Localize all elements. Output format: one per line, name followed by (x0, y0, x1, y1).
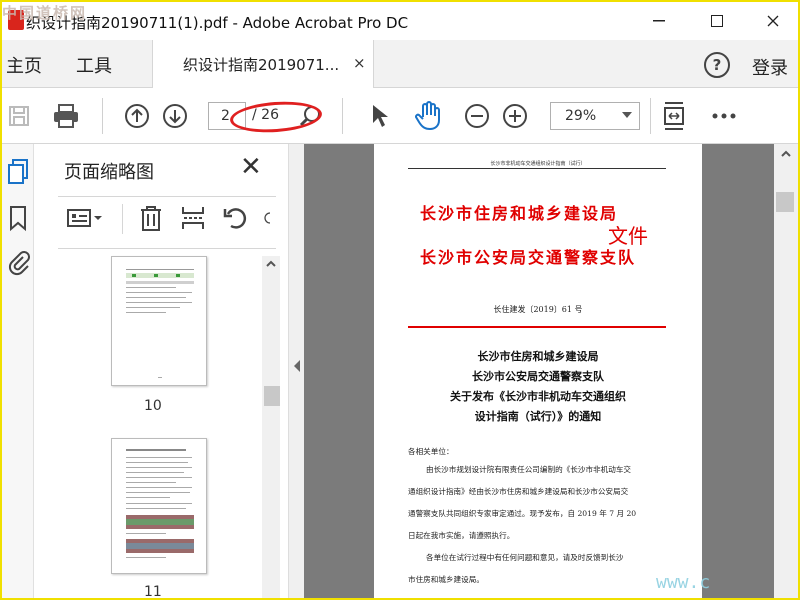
page-thumbnail[interactable] (111, 256, 207, 386)
maximize-button[interactable] (694, 6, 740, 36)
rotate-clockwise-button[interactable] (264, 202, 276, 234)
insert-page-icon (182, 207, 204, 229)
document-type-label: 文件 (608, 224, 648, 248)
acrobat-window: 织设计指南20190711(1).pdf - Adobe Acrobat Pro… (2, 2, 798, 598)
rotate-page-button[interactable] (222, 202, 250, 234)
more-tools-button[interactable] (708, 100, 740, 132)
body-line: 各相关单位： (408, 447, 454, 456)
thumbnail-page-number: 11 (144, 584, 162, 598)
hand-tool-button[interactable] (412, 100, 446, 132)
body-line: 通警察支队共同组织专家审定通过。现予发布，自 2019 年 7 月 20 (408, 509, 637, 518)
thumbnail-page-content (126, 269, 194, 378)
document-tab-label: 织设计指南2019071... (183, 56, 340, 74)
notice-title-line: 关于发布《长沙市非机动车交通组织 (450, 390, 626, 403)
running-header: 长沙市非机动车交通组织设计指南（试行） (490, 161, 586, 167)
site-logo-watermark: 中国道桥网 (2, 4, 88, 22)
body-line: 由长沙市规划设计院有限责任公司编制的《长沙市非机动车交 (426, 465, 632, 474)
options-list-icon (67, 209, 102, 227)
pdf-page: 长沙市非机动车交通组织设计指南（试行） 长沙市住房和城乡建设局 长沙市公安局交通… (374, 144, 702, 598)
page-thumbnail[interactable] (111, 438, 207, 574)
hand-icon (415, 101, 440, 131)
page-thumbnails-panel: 页面缩略图 ✕ 10 11 (34, 144, 288, 598)
select-tool-button[interactable] (366, 100, 394, 132)
thumbnail-page-content (126, 449, 194, 558)
thumbnail-options-button[interactable] (66, 202, 104, 234)
minimize-icon (653, 20, 665, 22)
document-tab[interactable]: 织设计指南2019071... × (152, 40, 374, 88)
help-icon[interactable]: ? (704, 52, 730, 78)
menu-tools[interactable]: 工具 (76, 52, 112, 78)
chevron-left-icon (294, 360, 300, 372)
thumbnail-scroll-thumb[interactable] (264, 386, 280, 406)
save-button[interactable] (6, 100, 32, 132)
minus-circle-icon (465, 104, 489, 128)
main-toolbar: 2 / 26 29% (2, 88, 798, 144)
panel-close-button[interactable]: ✕ (240, 152, 262, 182)
body-line: 日起在我市实施，请遵照执行。 (408, 531, 515, 540)
zoom-out-button[interactable] (462, 100, 492, 132)
issuing-org-2: 长沙市公安局交通警察支队 (420, 248, 637, 267)
body-line: 各单位在试行过程中有任何问题和意见，请及时反馈到长沙 (426, 553, 624, 562)
chevron-up-icon (781, 150, 791, 157)
login-button[interactable]: 登录 (752, 54, 788, 80)
maximize-icon (711, 15, 723, 27)
notice-title-line: 设计指南（试行）》的通知 (474, 410, 602, 423)
print-button[interactable] (50, 100, 82, 132)
notice-title-line: 长沙市公安局交通警察支队 (472, 370, 604, 383)
bookmark-icon (10, 206, 26, 232)
menu-home[interactable]: 主页 (6, 52, 42, 78)
left-navigation-rail (2, 144, 34, 598)
previous-page-button[interactable] (122, 100, 152, 132)
body-line: 市住房和城乡建设局。 (408, 575, 484, 584)
title-bar: 织设计指南20190711(1).pdf - Adobe Acrobat Pro… (2, 2, 798, 40)
menu-tab-bar: 主页 工具 织设计指南2019071... × ? 登录 (2, 40, 798, 88)
delete-page-button[interactable] (138, 202, 164, 234)
document-scroll-thumb[interactable] (776, 192, 794, 212)
fit-page-icon (664, 102, 684, 130)
tab-close-button[interactable]: × (353, 54, 366, 72)
notice-title-line: 长沙市住房和城乡建设局 (477, 350, 599, 363)
document-scrollbar[interactable] (774, 144, 798, 598)
arrow-down-circle-icon (163, 104, 187, 128)
arrow-up-circle-icon (125, 104, 149, 128)
rotate-clockwise-icon (264, 212, 271, 224)
document-view[interactable]: 长沙市非机动车交通组织设计指南（试行） 长沙市住房和城乡建设局 长沙市公安局交通… (304, 144, 798, 598)
save-icon (9, 106, 29, 126)
body-line: 通组织设计指南》经由长沙市住房和城乡建设局和长沙市公安局交 (408, 487, 629, 496)
pages-icon (8, 159, 28, 184)
close-window-button[interactable] (750, 6, 796, 36)
chevron-down-icon (622, 112, 632, 118)
attachments-nav-button[interactable] (6, 248, 30, 276)
zoom-in-button[interactable] (500, 100, 530, 132)
insert-page-button[interactable] (180, 202, 206, 234)
close-icon (767, 15, 779, 27)
panel-title: 页面缩略图 (64, 162, 154, 183)
bookmarks-nav-button[interactable] (6, 204, 30, 232)
fit-page-button[interactable] (658, 100, 690, 132)
plus-circle-icon (503, 104, 527, 128)
ellipsis-icon (712, 113, 736, 119)
page-thumbnails-nav-button[interactable] (6, 158, 30, 186)
thumbnail-page-number: 10 (144, 398, 162, 414)
minimize-button[interactable] (636, 6, 682, 36)
rotate-icon (223, 208, 247, 229)
printer-icon (54, 104, 78, 128)
issuing-org-1: 长沙市住房和城乡建设局 (420, 204, 619, 223)
thumbnail-scrollbar[interactable] (262, 256, 280, 598)
next-page-button[interactable] (160, 100, 190, 132)
panel-collapse-strip[interactable] (288, 144, 304, 598)
paperclip-icon (8, 251, 30, 276)
cursor-arrow-icon (373, 105, 388, 127)
trash-icon (141, 206, 161, 231)
chevron-up-icon (266, 260, 276, 267)
site-url-watermark: www.c (656, 572, 711, 593)
document-number: 长住建发〔2019〕61 号 (493, 305, 583, 314)
